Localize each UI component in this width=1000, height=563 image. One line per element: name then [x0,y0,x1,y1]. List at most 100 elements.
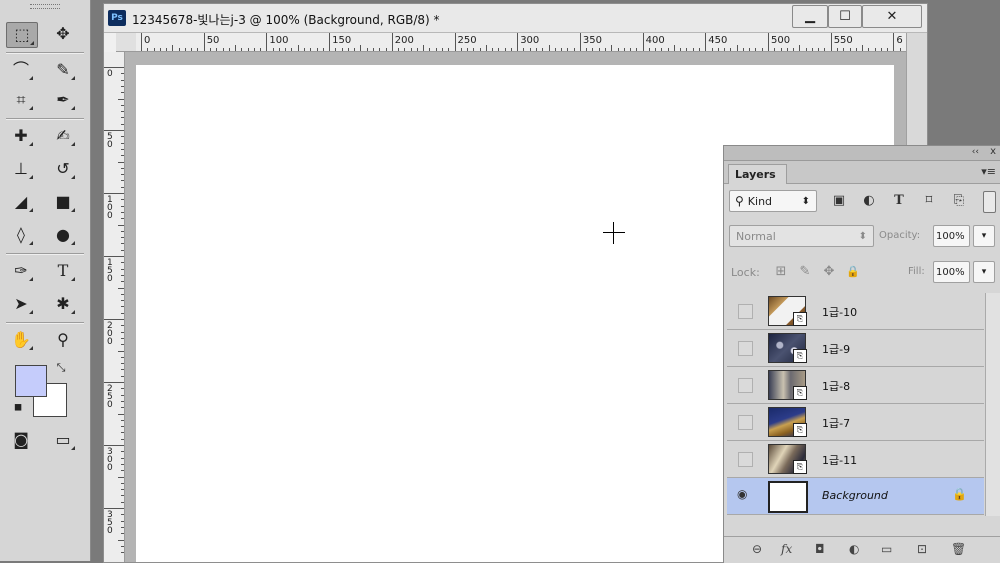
panel-header[interactable]: ‹‹ x [724,146,1000,161]
visibility-toggle[interactable] [738,415,753,430]
add-mask-icon[interactable]: ◘ [815,542,825,556]
layer-row[interactable]: ⎘ 1급-7 [727,404,984,441]
eye-icon[interactable]: ◉ [737,487,747,501]
rect-marquee-icon: ⬚ [14,25,30,44]
swap-colors-button[interactable]: ⤡ [52,359,70,375]
pen-icon: ✑ [14,261,28,280]
default-colors-button[interactable]: ◼ [10,401,26,415]
opacity-dropdown-button[interactable]: ▾ [973,225,995,247]
maximize-button[interactable]: ☐ [828,5,862,28]
pen-tool[interactable]: ✑ [6,259,36,283]
smart-object-badge-icon: ⎘ [793,460,807,474]
type-filter-icon[interactable]: T [890,191,908,209]
ruler-v-tick [121,218,124,220]
ruler-h-tick [868,48,870,51]
adjustment-filter-icon[interactable]: ◐ [860,191,878,209]
layer-row-background[interactable]: ◉ Background 🔒 [727,478,984,515]
link-layers-icon[interactable]: ⊖ [752,542,762,556]
brush-tool[interactable]: ✍ [48,124,78,148]
ruler-h-tick [498,48,500,51]
layer-row[interactable]: ⎘ 1급-9 [727,330,984,367]
ruler-v-tick [121,545,124,547]
layer-row[interactable]: ⎘ 1급-10 [727,293,984,330]
adjustment-layer-icon[interactable]: ◐ [849,542,859,556]
ruler-origin[interactable] [116,33,137,52]
ruler-h-tick [329,33,331,51]
tools-grip[interactable] [30,4,60,9]
dodge-tool[interactable]: ● [48,223,78,247]
ruler-v-tick [121,375,124,377]
ruler-h-tick [366,48,368,51]
panel-close-icon[interactable]: x [990,146,996,157]
move-tool[interactable]: ✥ [48,22,78,46]
layer-name: 1급-8 [822,380,851,393]
lock-all-icon[interactable]: 🔒 [844,262,862,280]
zoom-tool[interactable]: ⚲ [48,328,78,352]
fill-dropdown-button[interactable]: ▾ [973,261,995,283]
smart-object-badge-icon: ⎘ [793,349,807,363]
blend-mode-select[interactable]: Normal ⬍ [729,225,874,247]
smart-object-filter-icon[interactable]: ⎘ [950,191,968,209]
hand-tool[interactable]: ✋ [6,328,36,352]
ruler-h-tick [454,33,456,51]
collapse-icon[interactable]: ‹‹ [972,147,979,157]
visibility-toggle[interactable] [738,378,753,393]
visibility-toggle[interactable] [738,452,753,467]
gradient-tool[interactable]: ■ [48,190,78,214]
pixel-filter-icon[interactable]: ▣ [830,191,848,209]
eyedropper-tool[interactable]: ✒ [48,88,78,112]
tab-layers[interactable]: Layers [728,164,787,184]
fill-input[interactable]: 100% [933,261,970,283]
visibility-toggle[interactable] [738,304,753,319]
quick-mask-button[interactable]: ◙ [6,428,36,452]
blur-tool[interactable]: ◊ [6,223,36,247]
close-button[interactable]: ✕ [862,5,922,28]
eraser-tool[interactable]: ◢ [6,190,36,214]
ruler-h-tick [391,33,393,51]
filter-kind-select[interactable]: ⚲ Kind ⬍ [729,190,817,212]
type-tool[interactable]: T [48,259,78,283]
new-group-icon[interactable]: ▭ [881,542,892,556]
vertical-ruler[interactable]: 0 50 100 150 200 250 300 350 [104,52,125,562]
filter-toggle-switch[interactable] [983,191,996,213]
foreground-color-swatch[interactable] [15,365,47,397]
document-titlebar[interactable]: Ps 12345678-빛나는j-3 @ 100% (Background, R… [104,4,927,33]
ruler-h-tick [648,48,650,51]
ruler-h-tick [341,48,343,51]
lock-image-icon[interactable]: ✎ [796,262,814,280]
screen-mode-button[interactable]: ▭ [48,428,78,452]
ruler-h-tick [774,48,776,51]
visibility-toggle[interactable] [738,341,753,356]
layers-scrollbar[interactable] [985,293,1000,516]
ruler-h-tick [630,48,632,51]
history-brush-tool[interactable]: ↺ [48,157,78,181]
ruler-v-tick [121,249,124,251]
path-selection-tool[interactable]: ➤ [6,292,36,316]
ruler-h-tick [228,48,230,51]
lock-transparent-icon[interactable]: ⊞ [772,262,790,280]
panel-menu-icon[interactable]: ▾≡ [981,165,996,178]
minimize-button[interactable]: ▁ [792,5,828,28]
layer-row[interactable]: ⎘ 1급-11 [727,441,984,478]
layer-row[interactable]: ⎘ 1급-8 [727,367,984,404]
horizontal-ruler[interactable]: 0 50 100 150 200 250 300 350 400 450 500 550 6 [136,33,906,52]
custom-shape-tool[interactable]: ✱ [48,292,78,316]
opacity-input[interactable]: 100% [933,225,970,247]
hand-icon: ✋ [11,330,31,349]
ruler-v-tick [121,92,124,94]
clone-stamp-tool[interactable]: ⊥ [6,157,36,181]
lock-position-icon[interactable]: ✥ [820,262,838,280]
ruler-h-tick [379,48,381,51]
shape-filter-icon[interactable]: ⌑ [920,191,938,209]
ruler-h-tick [730,48,732,51]
fx-icon[interactable]: fx [781,542,792,556]
new-layer-icon[interactable]: ⊡ [917,542,927,556]
trash-icon[interactable]: 🗑 [951,542,966,556]
ruler-v-tick [121,463,124,465]
lasso-tool[interactable]: ⌒ [6,58,36,82]
rect-marquee-tool[interactable]: ⬚ [6,22,38,48]
quick-select-tool[interactable]: ✎ [48,58,78,82]
healing-brush-tool[interactable]: ✚ [6,124,36,148]
ruler-v-tick [104,445,124,446]
crop-tool[interactable]: ⌗ [6,88,36,112]
